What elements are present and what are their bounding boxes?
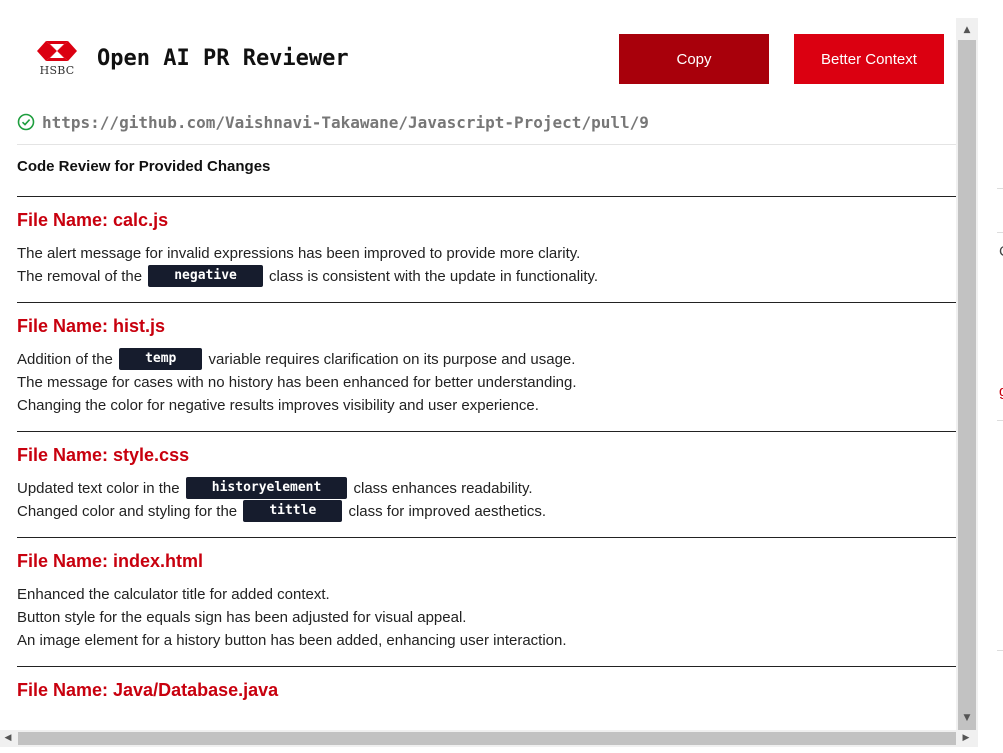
review-comment-line: Button style for the equals sign has bee… — [17, 606, 956, 629]
review-comment-line: Enhanced the calculator title for added … — [17, 583, 956, 606]
logo-text: HSBC — [39, 64, 75, 77]
review-comment-line: The message for cases with no history ha… — [17, 371, 956, 394]
review-comment-line: The alert message for invalid expression… — [17, 242, 956, 265]
edge-divider — [997, 188, 1003, 189]
hsbc-logo: HSBC — [36, 40, 78, 78]
arrow-up-icon[interactable]: ▲ — [956, 22, 978, 38]
vertical-scroll-thumb[interactable] — [958, 40, 976, 730]
comment-text: The message for cases with no history ha… — [17, 374, 577, 392]
popup-viewport: HSBC Open AI PR Reviewer Copy Better Con… — [0, 0, 956, 730]
file-name-heading: File Name: calc.js — [17, 210, 169, 230]
comment-text: class for improved aesthetics. — [344, 503, 547, 521]
inline-code: historyelement — [185, 477, 348, 500]
comment-text: Button style for the equals sign has bee… — [17, 609, 467, 627]
comment-text: Addition of the — [17, 351, 118, 369]
review-comment-line: Changed color and styling for the tittle… — [17, 500, 956, 523]
file-review-section: File Name: Java/Database.java — [17, 666, 956, 701]
hexagon-logo-icon — [37, 41, 77, 61]
review-heading: Code Review for Provided Changes — [17, 158, 271, 175]
review-comment-line: The removal of the negative class is con… — [17, 265, 956, 288]
file-name-heading: File Name: index.html — [17, 551, 204, 572]
file-review-section: File Name: style.css Updated text color i… — [17, 431, 956, 523]
horizontal-scroll-thumb[interactable] — [18, 732, 956, 745]
review-comments: Updated text color in the historyelement… — [17, 477, 956, 523]
review-comment-line: Updated text color in the historyelement… — [17, 477, 956, 500]
file-name-heading: File Name: Java/Database.java — [17, 680, 279, 701]
check-circle-icon — [17, 113, 35, 131]
review-comment-line: An image element for a history button ha… — [17, 629, 956, 652]
comment-text: class enhances readability. — [349, 480, 533, 498]
comment-text: Changing the color for negative results … — [17, 397, 539, 415]
edge-divider — [997, 232, 1003, 233]
comment-text: Changed color and styling for the — [17, 503, 242, 521]
file-name-heading: File Name: hist.js — [17, 316, 166, 337]
inline-code: temp — [119, 348, 203, 371]
review-comments: Enhanced the calculator title for added … — [17, 583, 956, 652]
background-page-edge: C g — [978, 0, 1003, 753]
edge-char: g — [999, 383, 1003, 400]
file-review-section: File Name: index.html Enhanced the calcul… — [17, 537, 956, 652]
review-comments: The alert message for invalid expression… — [17, 242, 956, 288]
vertical-scrollbar[interactable]: ▲ ▼ — [956, 18, 978, 730]
pr-url-row: https://github.com/Vaishnavi-Takawane/Ja… — [17, 111, 649, 133]
comment-text: class is consistent with the update in f… — [264, 268, 599, 285]
edge-divider — [997, 420, 1003, 421]
header: HSBC Open AI PR Reviewer Copy Better Con… — [0, 0, 956, 100]
comment-text: variable requires clarification on its p… — [204, 351, 576, 369]
edge-divider — [997, 650, 1003, 651]
inline-code: tittle — [243, 500, 343, 523]
arrow-right-icon[interactable]: ▶ — [958, 730, 974, 747]
copy-button[interactable]: Copy — [619, 34, 769, 84]
horizontal-scrollbar[interactable]: ◀ ▶ — [0, 730, 978, 747]
review-comments: Addition of the temp variable requires c… — [17, 348, 956, 417]
file-review-section: File Name: calc.js The alert message for … — [17, 196, 956, 288]
divider — [17, 144, 956, 145]
arrow-down-icon[interactable]: ▼ — [956, 710, 978, 726]
pr-url[interactable]: https://github.com/Vaishnavi-Takawane/Ja… — [42, 113, 649, 132]
inline-code: negative — [148, 265, 263, 288]
comment-text: An image element for a history button ha… — [17, 632, 567, 650]
review-comment-line: Changing the color for negative results … — [17, 394, 956, 417]
comment-text: The removal of the — [17, 268, 147, 285]
file-review-list: File Name: calc.js The alert message for … — [17, 196, 956, 701]
comment-text: Enhanced the calculator title for added … — [17, 586, 330, 604]
comment-text: Updated text color in the — [17, 480, 184, 498]
better-context-button[interactable]: Better Context — [794, 34, 944, 84]
app-title: Open AI PR Reviewer — [97, 46, 349, 71]
arrow-left-icon[interactable]: ◀ — [0, 730, 16, 747]
file-name-heading: File Name: style.css — [17, 445, 190, 466]
review-content: Code Review for Provided Changes File Na… — [17, 156, 956, 701]
comment-text: The alert message for invalid expression… — [17, 245, 581, 262]
file-review-section: File Name: hist.js Addition of the temp v… — [17, 302, 956, 417]
edge-char: C — [999, 243, 1003, 260]
review-comment-line: Addition of the temp variable requires c… — [17, 348, 956, 371]
